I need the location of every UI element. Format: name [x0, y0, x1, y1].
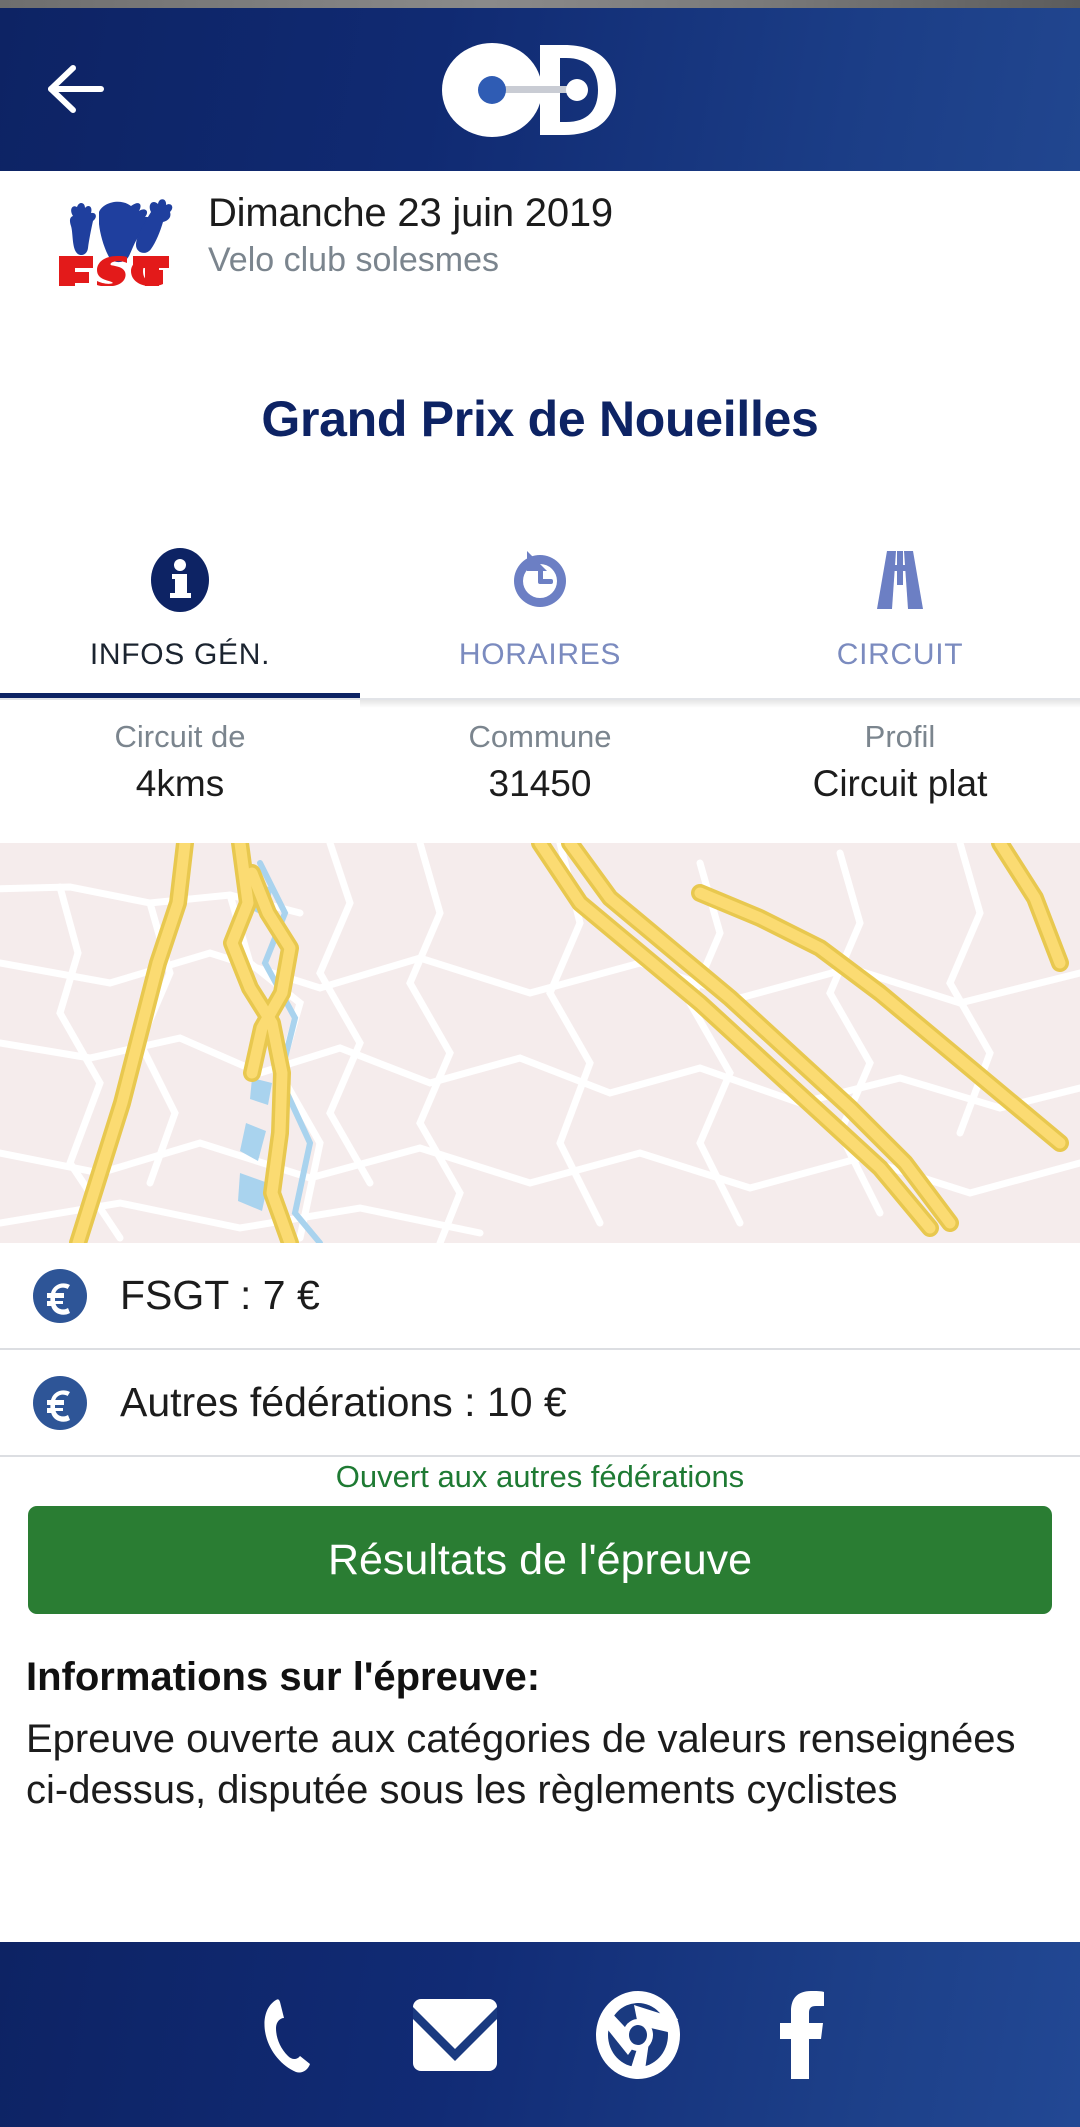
fsgt-logo	[55, 186, 173, 287]
results-button[interactable]: Résultats de l'épreuve	[28, 1506, 1052, 1614]
chrome-browser-icon[interactable]	[594, 1989, 682, 2081]
tab-shadow	[360, 700, 1080, 708]
stat-value: 4kms	[135, 762, 225, 804]
info-circle-icon	[149, 547, 211, 613]
page-title: Grand Prix de Noueilles	[261, 391, 819, 447]
club-header: Dimanche 23 juin 2019 Velo club solesmes	[0, 171, 1080, 301]
stat-value: 31450	[488, 762, 592, 804]
stat-value: Circuit plat	[812, 762, 988, 804]
map-tiles	[0, 843, 1080, 1243]
tab-label: HORAIRES	[458, 638, 622, 671]
stat-label: Circuit de	[114, 719, 246, 754]
tab-infos-gen[interactable]: INFOS GÉN.	[0, 525, 360, 700]
euro-icon	[32, 1375, 88, 1431]
road-icon	[869, 547, 931, 613]
bottom-nav-bar	[0, 1942, 1080, 2127]
location-map[interactable]: ret Montesquieu-Lauragais D813 Google	[0, 843, 1080, 1243]
price-text: FSGT : 7 €	[120, 1272, 320, 1318]
info-body: Epreuve ouverte aux catégories de valeur…	[26, 1717, 1016, 1813]
open-to-federations-note: Ouvert aux autres fédérations	[335, 1459, 745, 1494]
tab-label: CIRCUIT	[836, 638, 964, 671]
price-row-other-federations: Autres fédérations : 10 €	[0, 1350, 1080, 1455]
tab-horaires[interactable]: HORAIRES	[360, 525, 720, 700]
info-heading: Informations sur l'épreuve:	[26, 1655, 541, 1699]
history-clock-icon	[507, 547, 573, 613]
od-brand-logo	[440, 42, 640, 138]
envelope-icon[interactable]	[411, 1997, 499, 2073]
tab-label: INFOS GÉN.	[89, 638, 271, 671]
stat-circuit-length: Circuit de 4kms	[0, 718, 360, 840]
phone-icon[interactable]	[254, 1994, 316, 2076]
organizing-club: Velo club solesmes	[208, 241, 500, 279]
event-date: Dimanche 23 juin 2019	[208, 191, 613, 236]
status-bar-sliver	[0, 0, 1080, 8]
row-divider	[0, 1455, 1080, 1457]
event-info-block: Informations sur l'épreuve: Epreuve ouve…	[26, 1655, 1058, 1816]
app-bar	[0, 8, 1080, 171]
tab-circuit[interactable]: CIRCUIT	[720, 525, 1080, 700]
back-arrow-icon	[45, 60, 107, 118]
back-button[interactable]	[30, 48, 122, 130]
euro-icon	[32, 1268, 88, 1324]
facebook-icon[interactable]	[777, 1989, 827, 2081]
tab-bar: INFOS GÉN. HORAIRES CIRCUIT	[0, 525, 1080, 700]
stats-row: Circuit de 4kms Commune 31450 Profil Cir…	[0, 718, 1080, 840]
stat-profil: Profil Circuit plat	[720, 718, 1080, 840]
price-row-fsgt: FSGT : 7 €	[0, 1243, 1080, 1348]
price-text: Autres fédérations : 10 €	[120, 1379, 567, 1425]
stat-label: Profil	[864, 719, 936, 754]
stat-label: Commune	[468, 719, 612, 754]
stat-commune: Commune 31450	[360, 718, 720, 840]
